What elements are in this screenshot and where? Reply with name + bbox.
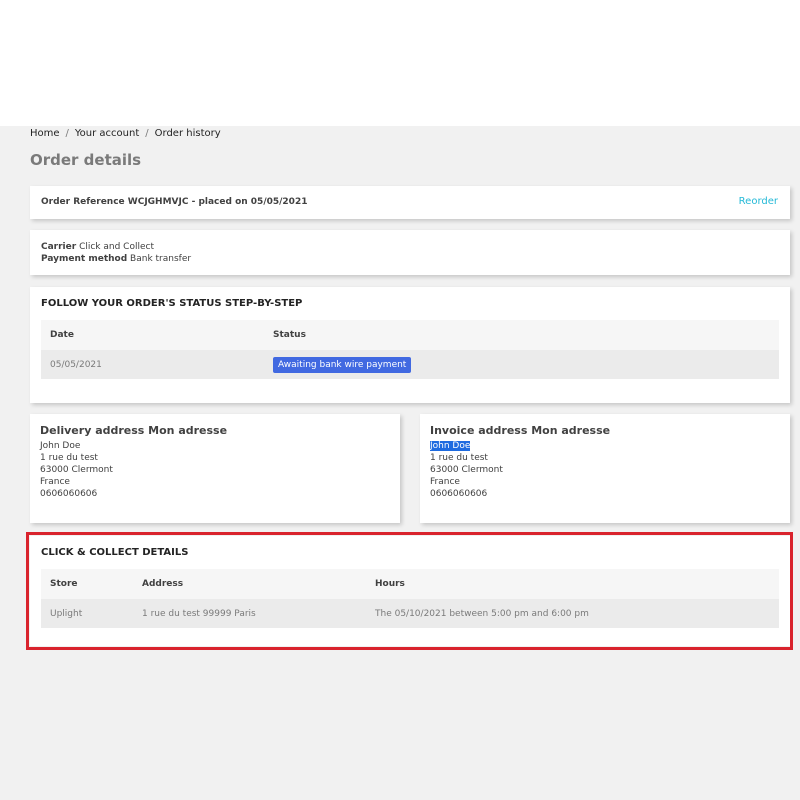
invoice-address-country: France [430, 477, 460, 487]
breadcrumb-order-history-link[interactable]: Order history [155, 128, 221, 139]
click-collect-title: CLICK & COLLECT DETAILS [41, 547, 189, 558]
column-header-address: Address [133, 569, 366, 599]
delivery-address-street: 1 rue du test [40, 453, 98, 463]
invoice-address-name: John Doe [430, 440, 780, 452]
delivery-address-name: John Doe [40, 441, 81, 451]
store-name: Uplight [41, 599, 133, 628]
store-address: 1 rue du test 99999 Paris [133, 599, 366, 628]
click-collect-table: Store Address Hours Uplight 1 rue du tes… [41, 569, 779, 628]
pickup-hours: The 05/10/2021 between 5:00 pm and 6:00 … [366, 599, 779, 628]
delivery-address-title: Delivery address Mon adresse [40, 424, 228, 437]
order-status-title: FOLLOW YOUR ORDER'S STATUS STEP-BY-STEP [41, 298, 303, 309]
page-header-area [0, 0, 800, 126]
breadcrumb-home-link[interactable]: Home [30, 128, 60, 139]
order-reference-card: Order Reference WCJGHMVJC - placed on 05… [30, 186, 790, 219]
selected-text: John Doe [430, 441, 471, 451]
carrier-label: Carrier [41, 242, 77, 252]
breadcrumb-separator: / [65, 128, 69, 139]
breadcrumb: Home / Your account / Order history [30, 128, 221, 139]
payment-method-value: Bank transfer [130, 254, 192, 264]
table-row: Uplight 1 rue du test 99999 Paris The 05… [41, 599, 779, 628]
status-badge: Awaiting bank wire payment [273, 356, 412, 373]
carrier-value: Click and Collect [79, 242, 154, 252]
invoice-address-title: Invoice address Mon adresse [430, 424, 611, 437]
delivery-address-country: France [40, 477, 70, 487]
carrier-row: Carrier Click and Collect [41, 241, 779, 253]
invoice-address-phone: 0606060606 [430, 489, 488, 499]
payment-method-row: Payment method Bank transfer [41, 253, 779, 265]
invoice-address-card: Invoice address Mon adresse John Doe 1 r… [420, 414, 790, 523]
order-status-table: Date Status 05/05/2021 Awaiting bank wir… [41, 320, 779, 379]
shipping-info-card: Carrier Click and Collect Payment method… [30, 230, 790, 275]
column-header-store: Store [41, 569, 133, 599]
status-date: 05/05/2021 [41, 350, 264, 379]
delivery-address-city: 63000 Clermont [40, 465, 113, 475]
status-cell: Awaiting bank wire payment [264, 350, 779, 379]
delivery-address-phone: 0606060606 [40, 489, 98, 499]
table-header-row: Store Address Hours [41, 569, 779, 599]
table-row: 05/05/2021 Awaiting bank wire payment [41, 350, 779, 379]
click-collect-card: CLICK & COLLECT DETAILS Store Address Ho… [30, 536, 790, 646]
invoice-address-street: 1 rue du test [430, 453, 488, 463]
breadcrumb-account-link[interactable]: Your account [75, 128, 139, 139]
table-header-row: Date Status [41, 320, 779, 350]
order-reference: Order Reference WCJGHMVJC - placed on 05… [41, 197, 308, 207]
column-header-hours: Hours [366, 569, 779, 599]
page-title: Order details [30, 151, 142, 169]
breadcrumb-separator: / [145, 128, 149, 139]
column-header-status: Status [264, 320, 779, 350]
payment-method-label: Payment method [41, 254, 128, 264]
order-status-card: FOLLOW YOUR ORDER'S STATUS STEP-BY-STEP … [30, 287, 790, 403]
delivery-address-card: Delivery address Mon adresse John Doe 1 … [30, 414, 400, 523]
reorder-link[interactable]: Reorder [739, 196, 778, 207]
column-header-date: Date [41, 320, 264, 350]
invoice-address-city: 63000 Clermont [430, 465, 503, 475]
